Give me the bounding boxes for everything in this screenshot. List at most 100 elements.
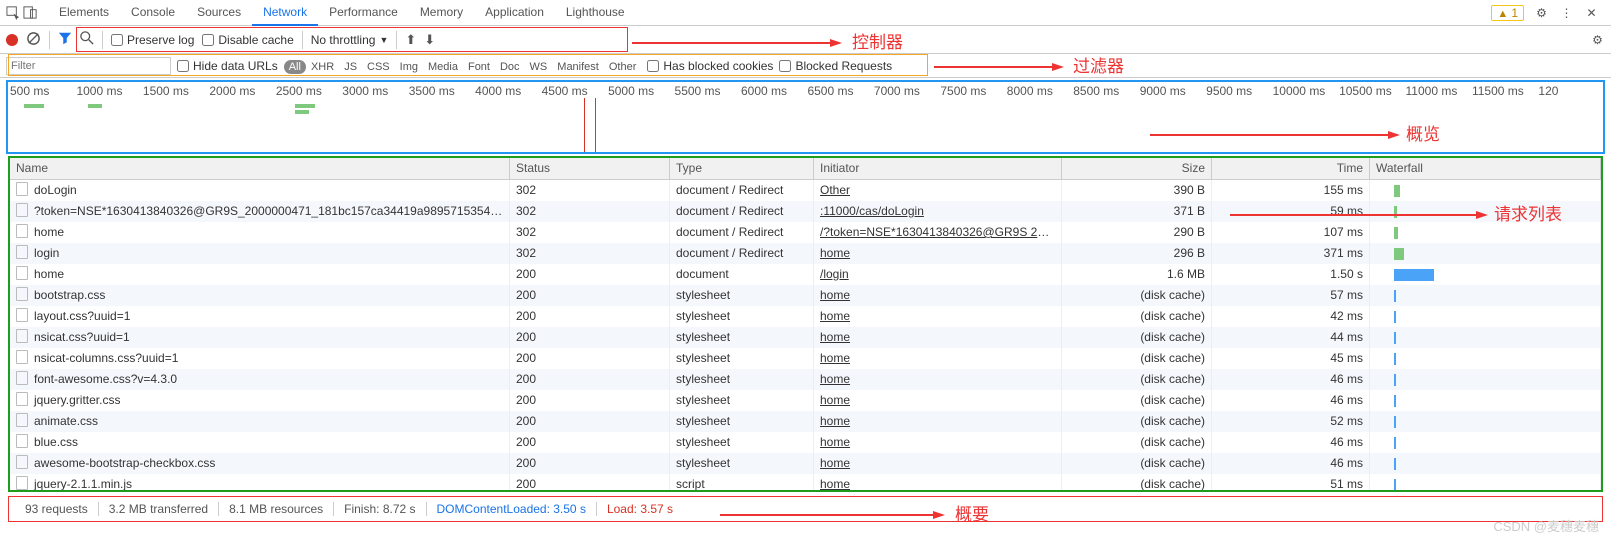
blocked-cookies-checkbox[interactable]: Has blocked cookies: [647, 59, 773, 73]
filter-pill-manifest[interactable]: Manifest: [552, 60, 604, 74]
summary-load: Load: 3.57 s: [597, 502, 683, 516]
network-toolbar: Preserve log Disable cache No throttling…: [0, 26, 1611, 54]
clear-icon[interactable]: [26, 31, 41, 49]
summary-bar: 93 requests 3.2 MB transferred 8.1 MB re…: [8, 496, 1603, 522]
timeline-tick: 4000 ms: [473, 84, 539, 98]
timeline-tick: 120: [1536, 84, 1602, 98]
tab-application[interactable]: Application: [474, 0, 555, 26]
device-icon[interactable]: [23, 5, 38, 20]
table-row[interactable]: jquery-2.1.1.min.js200scripthome(disk ca…: [10, 474, 1601, 492]
request-table: Name Status Type Initiator Size Time Wat…: [8, 156, 1603, 492]
filter-pill-doc[interactable]: Doc: [495, 60, 525, 74]
timeline-tick: 8500 ms: [1071, 84, 1137, 98]
kebab-icon[interactable]: ⋮: [1559, 5, 1574, 20]
col-waterfall[interactable]: Waterfall: [1370, 158, 1601, 179]
preserve-log-checkbox[interactable]: Preserve log: [111, 33, 194, 47]
table-row[interactable]: layout.css?uuid=1200stylesheethome(disk …: [10, 306, 1601, 327]
table-row[interactable]: ?token=NSE*1630413840326@GR9S_2000000471…: [10, 201, 1601, 222]
filter-bar: Hide data URLs AllXHRJSCSSImgMediaFontDo…: [0, 54, 1611, 78]
table-row[interactable]: animate.css200stylesheethome(disk cache)…: [10, 411, 1601, 432]
download-icon[interactable]: ⬇: [424, 32, 435, 48]
timeline-tick: 3500 ms: [407, 84, 473, 98]
tab-network[interactable]: Network: [252, 0, 318, 26]
table-row[interactable]: home302document / Redirect/?token=NSE*16…: [10, 222, 1601, 243]
filter-pill-font[interactable]: Font: [463, 60, 495, 74]
timeline-tick: 4500 ms: [540, 84, 606, 98]
filter-pill-css[interactable]: CSS: [362, 60, 395, 74]
table-row[interactable]: nsicat.css?uuid=1200stylesheethome(disk …: [10, 327, 1601, 348]
disable-cache-checkbox[interactable]: Disable cache: [202, 33, 293, 47]
file-icon: [16, 182, 28, 196]
file-icon: [16, 245, 28, 259]
filter-icon[interactable]: [58, 31, 72, 48]
table-row[interactable]: blue.css200stylesheethome(disk cache)46 …: [10, 432, 1601, 453]
file-icon: [16, 224, 28, 238]
summary-resources: 8.1 MB resources: [219, 502, 334, 516]
timeline-tick: 9000 ms: [1138, 84, 1204, 98]
tab-lighthouse[interactable]: Lighthouse: [555, 0, 636, 26]
record-button[interactable]: [6, 34, 18, 46]
blocked-requests-checkbox[interactable]: Blocked Requests: [779, 59, 892, 73]
tab-console[interactable]: Console: [120, 0, 186, 26]
filter-pill-media[interactable]: Media: [423, 60, 463, 74]
filter-pill-js[interactable]: JS: [339, 60, 362, 74]
warning-badge[interactable]: ▲ 1: [1491, 5, 1524, 21]
col-initiator[interactable]: Initiator: [814, 158, 1062, 179]
table-row[interactable]: font-awesome.css?v=4.3.0200stylesheethom…: [10, 369, 1601, 390]
tab-memory[interactable]: Memory: [409, 0, 474, 26]
table-row[interactable]: bootstrap.css200stylesheethome(disk cach…: [10, 285, 1601, 306]
timeline-tick: 11000 ms: [1404, 84, 1470, 98]
col-status[interactable]: Status: [510, 158, 670, 179]
col-name[interactable]: Name: [10, 158, 510, 179]
table-row[interactable]: login302document / Redirecthome296 B371 …: [10, 243, 1601, 264]
col-type[interactable]: Type: [670, 158, 814, 179]
close-icon[interactable]: ✕: [1584, 5, 1599, 20]
col-time[interactable]: Time: [1212, 158, 1370, 179]
file-icon: [16, 266, 28, 280]
hide-data-urls-checkbox[interactable]: Hide data URLs: [177, 59, 278, 73]
settings-gear-icon[interactable]: ⚙: [1590, 32, 1605, 47]
file-icon: [16, 371, 28, 385]
filter-pill-ws[interactable]: WS: [525, 60, 553, 74]
table-row[interactable]: doLogin302document / RedirectOther390 B1…: [10, 180, 1601, 201]
timeline-tick: 3000 ms: [340, 84, 406, 98]
tab-elements[interactable]: Elements: [48, 0, 120, 26]
search-icon[interactable]: [80, 31, 94, 48]
filter-pill-img[interactable]: Img: [395, 60, 423, 74]
summary-finish: Finish: 8.72 s: [334, 502, 426, 516]
timeline-overview[interactable]: 500 ms1000 ms1500 ms2000 ms2500 ms3000 m…: [6, 80, 1605, 154]
inspect-icon[interactable]: [6, 5, 21, 20]
timeline-tick: 11500 ms: [1470, 84, 1536, 98]
file-icon: [16, 203, 28, 217]
col-size[interactable]: Size: [1062, 158, 1212, 179]
filter-pill-all[interactable]: All: [284, 60, 306, 74]
table-row[interactable]: nsicat-columns.css?uuid=1200stylesheetho…: [10, 348, 1601, 369]
tab-sources[interactable]: Sources: [186, 0, 252, 26]
filter-pill-other[interactable]: Other: [604, 60, 642, 74]
upload-icon[interactable]: ⬆: [405, 32, 416, 48]
timeline-tick: 5500 ms: [673, 84, 739, 98]
timeline-tick: 1000 ms: [74, 84, 140, 98]
file-icon: [16, 476, 28, 490]
file-icon: [16, 392, 28, 406]
filter-input[interactable]: [6, 57, 171, 75]
timeline-tick: 10000 ms: [1271, 84, 1337, 98]
timeline-tick: 5000 ms: [606, 84, 672, 98]
tab-performance[interactable]: Performance: [318, 0, 409, 26]
file-icon: [16, 350, 28, 364]
gear-icon[interactable]: ⚙: [1534, 5, 1549, 20]
file-icon: [16, 329, 28, 343]
filter-pill-xhr[interactable]: XHR: [306, 60, 339, 74]
timeline-tick: 6000 ms: [739, 84, 805, 98]
file-icon: [16, 287, 28, 301]
throttling-dropdown[interactable]: No throttling ▼: [311, 33, 389, 47]
table-row[interactable]: jquery.gritter.css200stylesheethome(disk…: [10, 390, 1601, 411]
table-row[interactable]: home200document/login1.6 MB1.50 s: [10, 264, 1601, 285]
timeline-tick: 8000 ms: [1005, 84, 1071, 98]
timeline-tick: 7500 ms: [938, 84, 1004, 98]
devtools-tabbar: ElementsConsoleSourcesNetworkPerformance…: [0, 0, 1611, 26]
timeline-tick: 10500 ms: [1337, 84, 1403, 98]
summary-requests: 93 requests: [15, 502, 99, 516]
table-row[interactable]: awesome-bootstrap-checkbox.css200stylesh…: [10, 453, 1601, 474]
file-icon: [16, 455, 28, 469]
